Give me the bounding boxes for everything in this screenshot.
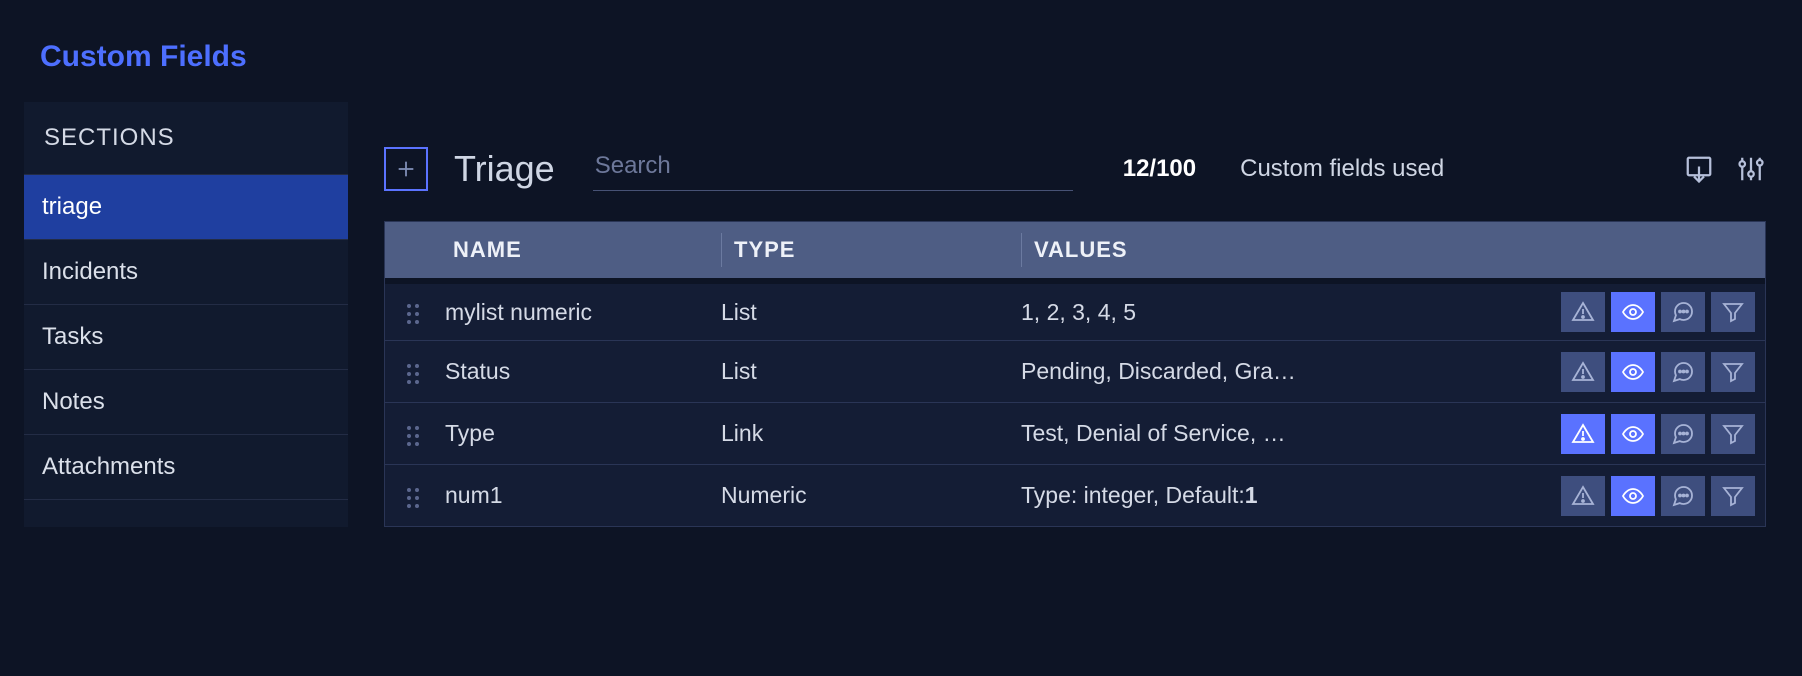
field-type: Link — [721, 420, 1021, 447]
drag-handle-icon[interactable] — [385, 360, 441, 384]
field-values: Test, Denial of Service, … — [1021, 420, 1545, 447]
filter-icon[interactable] — [1711, 414, 1755, 454]
column-header-type[interactable]: TYPE — [721, 233, 1021, 267]
field-name[interactable]: mylist numeric — [441, 299, 721, 326]
table-row: TypeLinkTest, Denial of Service, … — [385, 402, 1765, 464]
add-field-button[interactable] — [384, 147, 428, 191]
search-input[interactable] — [593, 146, 1073, 191]
row-actions — [1545, 352, 1765, 392]
alert-icon[interactable] — [1561, 476, 1605, 516]
main-panel: Triage 12/100 Custom fields used NAME TY… — [348, 102, 1802, 527]
eye-icon[interactable] — [1611, 292, 1655, 332]
drag-handle-icon[interactable] — [385, 300, 441, 324]
eye-icon[interactable] — [1611, 414, 1655, 454]
sidebar: SECTIONS triageIncidentsTasksNotesAttach… — [24, 102, 348, 527]
field-values: Type: integer, Default: 1 — [1021, 482, 1545, 509]
filter-icon[interactable] — [1711, 352, 1755, 392]
filter-icon[interactable] — [1711, 476, 1755, 516]
settings-sliders-icon[interactable] — [1736, 154, 1766, 184]
sidebar-item-incidents[interactable]: Incidents — [24, 239, 348, 304]
field-type: List — [721, 299, 1021, 326]
alert-icon[interactable] — [1561, 414, 1605, 454]
sidebar-item-notes[interactable]: Notes — [24, 369, 348, 434]
page-title: Custom Fields — [0, 0, 1802, 102]
comment-icon[interactable] — [1661, 352, 1705, 392]
column-header-values[interactable]: VALUES — [1021, 233, 1545, 267]
fields-count: 12/100 — [1123, 155, 1196, 183]
field-type: List — [721, 358, 1021, 385]
table-header: NAME TYPE VALUES — [385, 222, 1765, 278]
drag-handle-icon[interactable] — [385, 422, 441, 446]
comment-icon[interactable] — [1661, 414, 1705, 454]
sidebar-heading: SECTIONS — [24, 102, 348, 174]
eye-icon[interactable] — [1611, 352, 1655, 392]
table-row: mylist numericList1, 2, 3, 4, 5 — [385, 278, 1765, 340]
section-title: Triage — [454, 148, 555, 190]
topbar: Triage 12/100 Custom fields used — [384, 102, 1766, 221]
sidebar-item-triage[interactable]: triage — [24, 174, 348, 239]
eye-icon[interactable] — [1611, 476, 1655, 516]
export-icon[interactable] — [1684, 154, 1714, 184]
field-name[interactable]: Status — [441, 358, 721, 385]
drag-handle-icon[interactable] — [385, 484, 441, 508]
row-actions — [1545, 476, 1765, 516]
field-name[interactable]: Type — [441, 420, 721, 447]
field-type: Numeric — [721, 482, 1021, 509]
column-header-name[interactable]: NAME — [441, 237, 721, 263]
table-row: StatusListPending, Discarded, Gra… — [385, 340, 1765, 402]
alert-icon[interactable] — [1561, 292, 1605, 332]
filter-icon[interactable] — [1711, 292, 1755, 332]
fields-table: NAME TYPE VALUES mylist numericList1, 2,… — [384, 221, 1766, 527]
field-values: 1, 2, 3, 4, 5 — [1021, 299, 1545, 326]
sidebar-item-tasks[interactable]: Tasks — [24, 304, 348, 369]
comment-icon[interactable] — [1661, 476, 1705, 516]
sidebar-item-attachments[interactable]: Attachments — [24, 434, 348, 500]
fields-count-label: Custom fields used — [1240, 155, 1658, 183]
row-actions — [1545, 292, 1765, 332]
table-row: num1NumericType: integer, Default: 1 — [385, 464, 1765, 526]
field-name[interactable]: num1 — [441, 482, 721, 509]
row-actions — [1545, 414, 1765, 454]
alert-icon[interactable] — [1561, 352, 1605, 392]
comment-icon[interactable] — [1661, 292, 1705, 332]
field-values: Pending, Discarded, Gra… — [1021, 358, 1545, 385]
